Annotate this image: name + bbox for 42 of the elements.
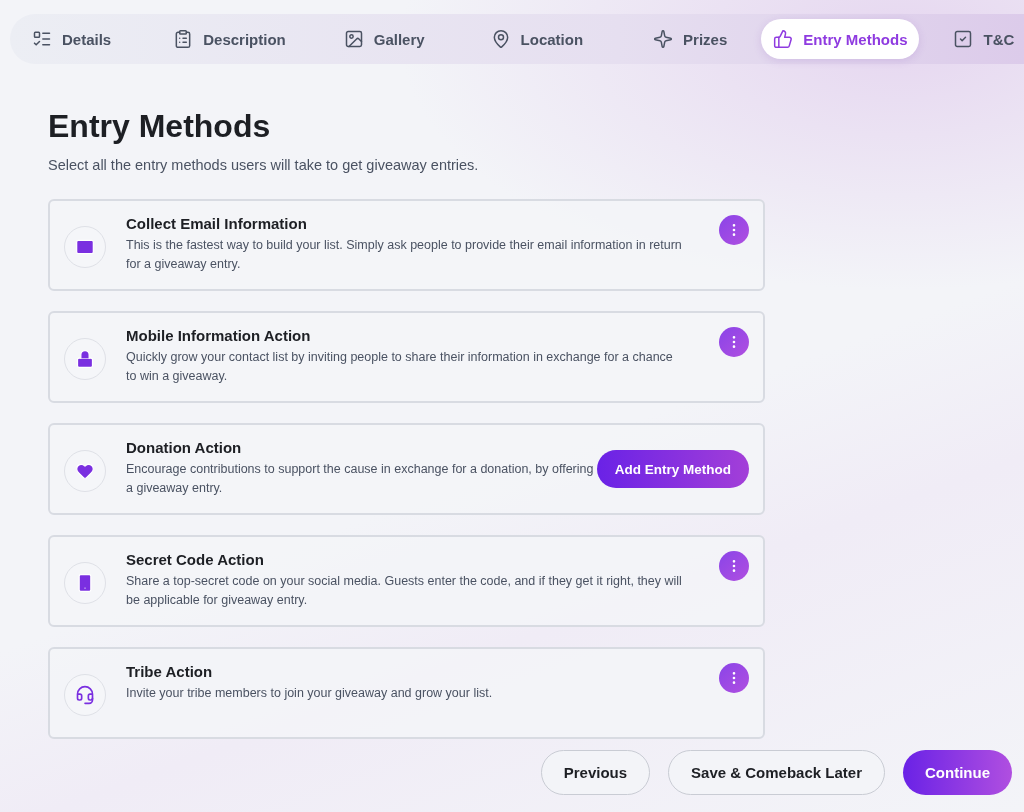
tab[interactable]: Description xyxy=(161,19,298,59)
method-description: Share a top-secret code on your social media. Guests enter the code, and if they get it right, they will be applicable for giveaway entry. xyxy=(126,573,683,609)
lock-icon xyxy=(75,349,95,369)
method-description: This is the fastest way to build your list. Simply ask people to provide their email information in return for a giveaway entry. xyxy=(126,237,683,273)
more-button[interactable] xyxy=(719,327,749,357)
more-button[interactable] xyxy=(719,551,749,581)
page-subtitle: Select all the entry methods users will take to get giveaway entries. xyxy=(48,157,480,173)
add-entry-method-button[interactable]: Add Entry Method xyxy=(596,450,749,488)
sparkle-icon xyxy=(653,29,674,49)
more-button[interactable] xyxy=(719,663,749,693)
tab-label: Description xyxy=(203,30,286,48)
tab[interactable]: Location xyxy=(478,19,596,59)
more-button[interactable] xyxy=(719,215,749,245)
tab-label: Prizes xyxy=(683,30,728,48)
heart-icon xyxy=(75,461,95,481)
tab-label: Gallery xyxy=(373,30,425,48)
method-title: Donation Action xyxy=(126,439,243,456)
method-title: Tribe Action xyxy=(126,663,214,680)
thumbs-up-icon xyxy=(773,29,794,49)
method-description: Encourage contributions to support the cause in exchange for a donation, by offering a giveaway entry. xyxy=(126,461,595,497)
footer-button[interactable]: Save & Comeback Later xyxy=(668,750,885,795)
tab-label: Location xyxy=(520,30,584,48)
tab[interactable]: Prizes xyxy=(641,19,740,59)
method-description: Invite your tribe members to join your giveaway and grow your list. xyxy=(126,685,494,702)
method-title: Mobile Information Action xyxy=(126,327,312,344)
tab[interactable]: Details xyxy=(20,19,124,59)
tab[interactable]: T&C xyxy=(941,19,1024,59)
headset-icon xyxy=(75,685,95,705)
tab-label: T&C xyxy=(983,30,1015,48)
method-description: Quickly grow your contact list by inviting people to share their information in exchange for a chance to win a giveaway. xyxy=(126,349,674,385)
tab-label: Details xyxy=(62,30,112,48)
checklist-icon xyxy=(32,29,52,49)
tab[interactable]: Entry Methods xyxy=(761,19,920,59)
image-icon xyxy=(343,29,364,49)
tab[interactable]: Gallery xyxy=(331,19,437,59)
page-title: Entry Methods xyxy=(48,108,272,145)
checkbox-icon xyxy=(953,29,974,49)
footer-button[interactable]: Previous xyxy=(540,750,651,795)
method-title: Secret Code Action xyxy=(126,551,265,568)
tab-label: Entry Methods xyxy=(803,30,908,48)
continue-button[interactable]: Continue xyxy=(903,750,1012,795)
method-title: Collect Email Information xyxy=(126,215,308,232)
